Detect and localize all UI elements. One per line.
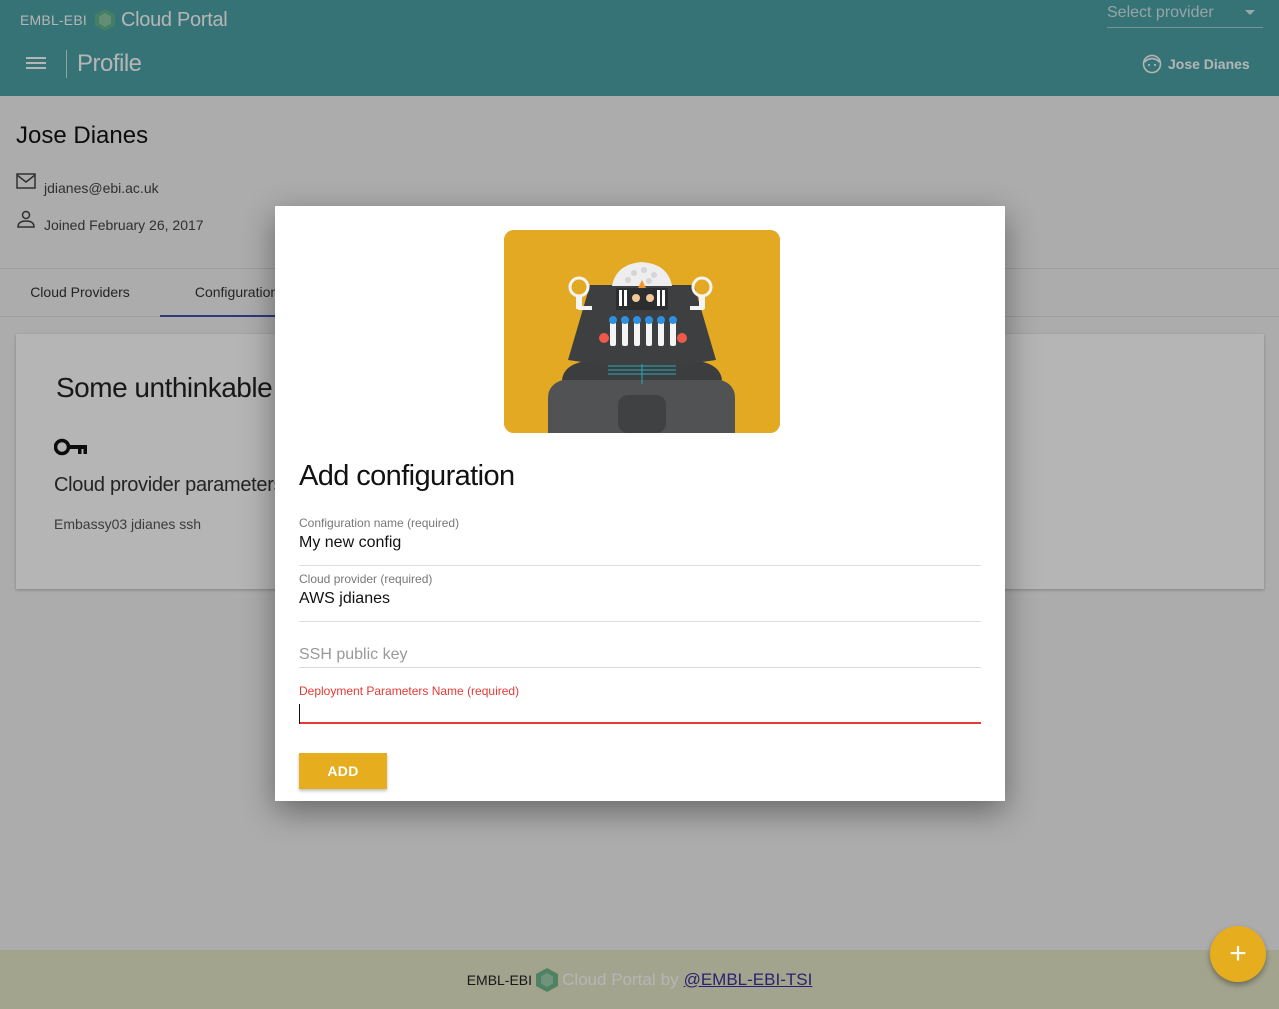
dialog-title: Add configuration — [299, 460, 515, 492]
cloud-provider-label: Cloud provider (required) — [299, 572, 433, 586]
ssh-public-key-placeholder: SSH public key — [299, 646, 408, 663]
add-configuration-dialog: Add configuration Configuration name (re… — [275, 206, 1005, 801]
plus-icon: + — [1229, 937, 1247, 970]
add-fab-button[interactable]: + — [1210, 926, 1266, 982]
cloud-provider-value: AWS jdianes — [299, 590, 390, 607]
add-button[interactable]: ADD — [299, 753, 387, 789]
ssh-public-key-field[interactable]: SSH public key — [299, 618, 981, 668]
configuration-name-value: My new config — [299, 534, 402, 551]
text-cursor — [299, 704, 300, 724]
deployment-parameters-field[interactable]: Deployment Parameters Name (required) — [299, 684, 981, 724]
configuration-name-label: Configuration name (required) — [299, 516, 460, 530]
deployment-parameters-label: Deployment Parameters Name (required) — [299, 684, 520, 698]
robot-illustration — [504, 230, 780, 433]
configuration-name-field[interactable]: Configuration name (required) My new con… — [299, 516, 981, 566]
cloud-provider-field[interactable]: Cloud provider (required) AWS jdianes — [299, 572, 981, 622]
